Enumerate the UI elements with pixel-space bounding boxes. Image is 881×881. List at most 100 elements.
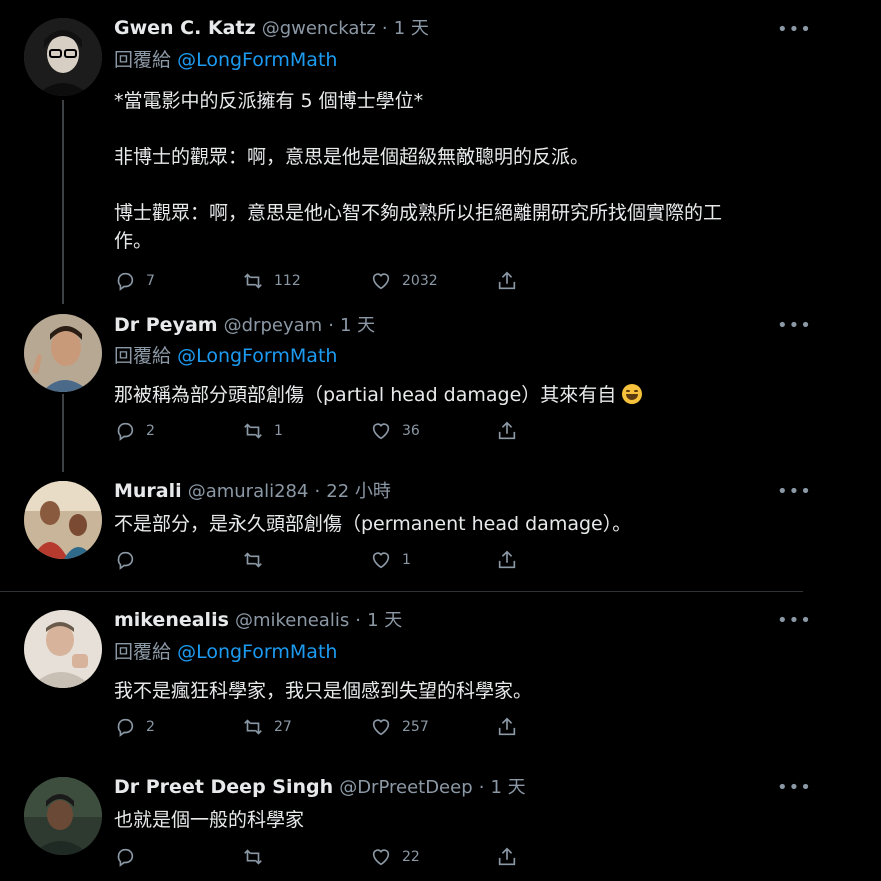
tweet-text: 也就是個一般的科學家 [114,809,305,831]
author-name[interactable]: Murali [114,480,182,502]
thread-divider [0,591,803,592]
like-count: 257 [402,719,429,735]
reply-button[interactable]: 7 [114,269,155,293]
laughing-emoji-icon [622,384,643,404]
separator: · [328,315,334,336]
thread-line [62,394,64,472]
retweet-button[interactable] [242,845,274,869]
more-options-icon[interactable]: ••• [777,779,811,803]
timestamp[interactable]: 1 天 [367,610,402,631]
author-handle[interactable]: @mikenealis [235,610,349,631]
reply-icon [117,718,134,737]
author-handle[interactable]: @drpeyam [224,315,323,336]
retweet-button[interactable]: 27 [242,715,292,739]
avatar[interactable] [24,481,102,559]
timestamp[interactable]: 1 天 [490,777,525,798]
like-button[interactable]: 257 [370,715,429,739]
separator: · [478,777,485,798]
more-options-icon[interactable]: ••• [777,483,811,507]
tweet-actions: 7 112 2032 [114,269,534,293]
reply-icon [117,551,134,570]
avatar[interactable] [24,610,102,688]
retweet-icon [244,719,262,735]
share-button[interactable] [496,845,528,869]
tweet-actions: 22 [114,845,534,869]
like-button[interactable]: 1 [370,548,411,572]
share-icon [498,847,516,866]
author-handle[interactable]: @gwenckatz [262,18,376,39]
share-button[interactable] [496,548,528,572]
heart-icon [372,849,390,866]
timestamp[interactable]: 22 小時 [326,481,391,502]
reply-count: 7 [146,273,155,289]
more-options-icon[interactable]: ••• [777,317,811,341]
author-name[interactable]: Gwen C. Katz [114,17,256,39]
retweet-count: 112 [274,273,301,289]
share-button[interactable] [496,419,528,443]
author-name[interactable]: Dr Preet Deep Singh [114,776,333,798]
retweet-button[interactable]: 112 [242,269,301,293]
share-button[interactable] [496,269,528,293]
avatar[interactable] [24,18,102,96]
reply-button[interactable] [114,845,146,869]
retweet-button[interactable] [242,548,274,572]
share-icon [498,271,516,290]
reply-to-mention[interactable]: @LongFormMath [177,641,337,663]
separator: · [381,18,388,39]
share-icon [498,550,516,569]
retweet-icon [244,273,262,289]
reply-button[interactable]: 2 [114,419,155,443]
retweet-count: 1 [274,423,283,439]
reply-icon [117,272,134,291]
avatar[interactable] [24,777,102,855]
tweet-actions: 2 1 36 [114,419,534,443]
timestamp[interactable]: 1 天 [394,18,429,39]
retweet-icon [244,552,262,568]
like-count: 36 [402,423,420,439]
like-count: 22 [402,849,420,865]
author-name[interactable]: Dr Peyam [114,314,218,336]
like-button[interactable]: 2032 [370,269,438,293]
tweet-text: 那被稱為部分頭部創傷（partial head damage）其來有自 [114,384,617,406]
reply-to-label: 回覆給 [114,345,172,367]
reply-to-mention[interactable]: @LongFormMath [177,49,337,71]
reply-count: 2 [146,423,155,439]
like-count: 2032 [402,273,438,289]
author-handle[interactable]: @DrPreetDeep [339,777,472,798]
more-options-icon[interactable]: ••• [777,612,811,636]
heart-icon [372,719,390,736]
reply-icon [117,848,134,867]
separator: · [314,481,321,502]
timestamp[interactable]: 1 天 [340,315,375,336]
tweet-actions: 1 [114,548,534,572]
heart-icon [372,552,390,569]
like-count: 1 [402,552,411,568]
author-name[interactable]: mikenealis [114,609,229,631]
tweet-text: 我不是瘋狂科學家，我只是個感到失望的科學家。 [114,680,533,702]
reply-to-label: 回覆給 [114,641,172,663]
like-button[interactable]: 36 [370,419,420,443]
reply-count: 2 [146,719,155,735]
tweet-actions: 2 27 257 [114,715,534,739]
retweet-icon [244,423,262,439]
tweet-text: *當電影中的反派擁有 5 個博士學位* 非博士的觀眾：啊，意思是他是個超級無敵聰… [114,90,723,252]
separator: · [355,610,362,631]
thread-line [62,100,64,304]
share-button[interactable] [496,715,528,739]
more-options-icon[interactable]: ••• [777,21,811,45]
reply-to-mention[interactable]: @LongFormMath [177,345,337,367]
reply-button[interactable]: 2 [114,715,155,739]
retweet-count: 27 [274,719,292,735]
heart-icon [372,423,390,440]
like-button[interactable]: 22 [370,845,420,869]
reply-button[interactable] [114,548,146,572]
author-handle[interactable]: @amurali284 [188,481,309,502]
reply-to-label: 回覆給 [114,49,172,71]
retweet-icon [244,849,262,865]
retweet-button[interactable]: 1 [242,419,283,443]
share-icon [498,717,516,736]
tweet-text: 不是部分，是永久頭部創傷（permanent head damage）。 [114,513,632,535]
share-icon [498,421,516,440]
avatar[interactable] [24,314,102,392]
reply-icon [117,422,134,441]
